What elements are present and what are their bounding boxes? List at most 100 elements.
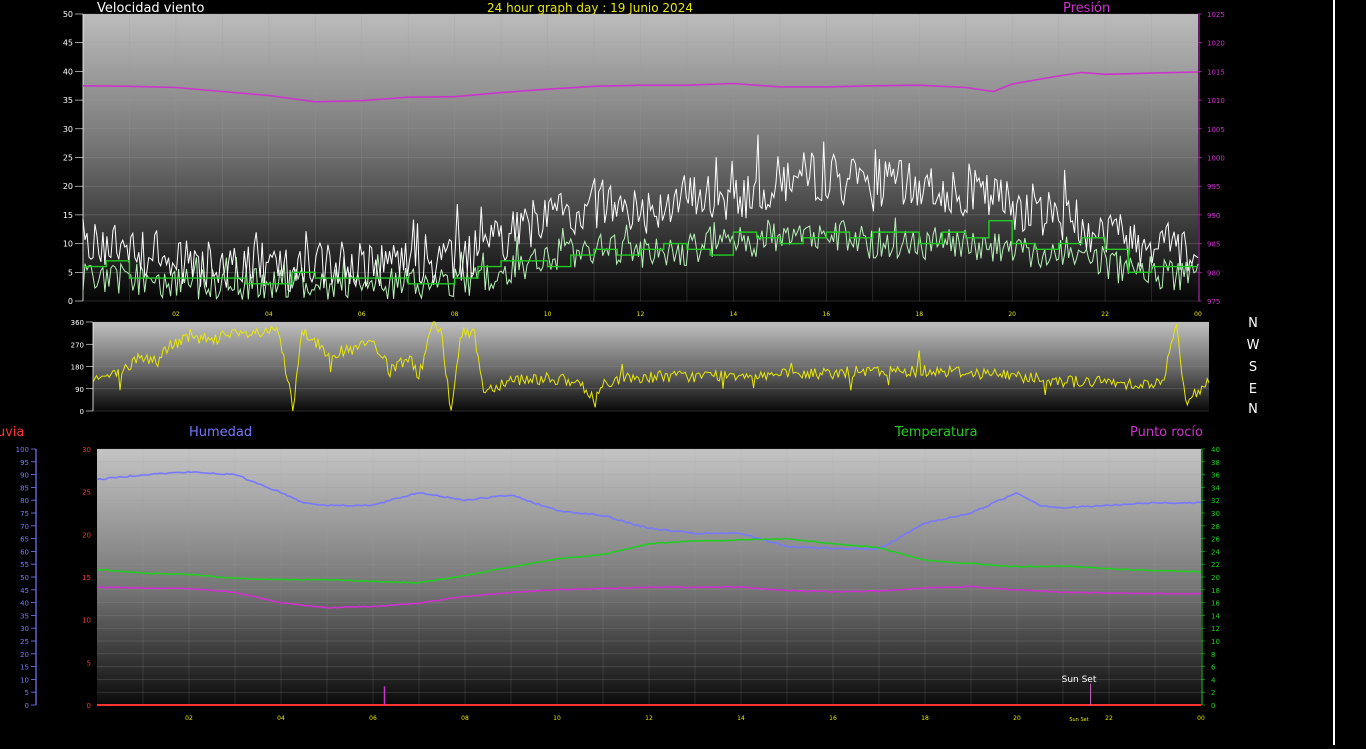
humidity-y-tick-label: 95 [20,459,29,467]
wind-title: Velocidad viento [97,1,204,16]
temperature-y-tick-label: 22 [1211,561,1220,569]
pressure-y-tick-label: 985 [1207,241,1220,249]
wind-x-tick-label: 00 [1194,311,1202,318]
temperature-y-tick-label: 12 [1211,625,1220,633]
rain-y-tick-label: 15 [82,574,91,582]
rain-label: Lluvia [0,425,24,440]
pressure-y-tick-label: 980 [1207,269,1220,277]
temperature-y-tick-label: 28 [1211,523,1220,531]
direction-y-tick-label: 90 [75,386,84,394]
wind-x-tick-label: 16 [823,311,831,318]
temperature-y-tick-label: 34 [1211,484,1220,492]
wind-x-tick-label: 08 [451,311,459,318]
sunset-label: Sun Set [1062,675,1097,685]
rain-y-tick-label: 5 [87,659,91,667]
wind-y-tick-label: 5 [68,268,73,277]
wind-y-tick-label: 35 [63,96,73,105]
humidity-y-tick-label: 65 [20,536,29,544]
wind-x-tick-label: 02 [172,311,180,318]
humidity-label: Humedad [189,425,252,440]
wind-y-tick-label: 40 [63,67,73,76]
temperature-y-tick-label: 32 [1211,497,1220,505]
humidity-x-tick-label: 00 [1197,715,1205,722]
humidity-y-tick-label: 50 [20,574,29,582]
pressure-y-tick-label: 1015 [1207,68,1225,76]
rain-y-tick-label: 30 [82,446,91,454]
wind-x-tick-label: 04 [265,311,273,318]
pressure-y-tick-label: 1000 [1207,155,1225,163]
humidity-y-tick-label: 15 [20,664,29,672]
humidity-y-tick-label: 0 [25,702,29,710]
humidity-x-tick-label: 14 [737,715,745,722]
humidity-x-tick-label: 10 [553,715,561,722]
humidity-x-tick-label: 08 [461,715,469,722]
direction-y-tick-label: 270 [71,341,84,349]
humidity-y-tick-label: 20 [20,651,29,659]
wind-y-tick-label: 20 [63,182,73,191]
humidity-y-tick-label: 35 [20,612,29,620]
graph-title: 24 hour graph day : 19 Junio 2024 [487,1,693,15]
wind-x-tick-label: 20 [1008,311,1016,318]
humidity-y-tick-label: 80 [20,497,29,505]
humidity-y-tick-label: 60 [20,548,29,556]
compass-s: S [1249,360,1257,375]
compass-n-top: N [1248,316,1258,331]
humidity-y-tick-label: 90 [20,472,29,480]
temperature-y-tick-label: 40 [1211,446,1220,454]
pressure-y-tick-label: 975 [1207,298,1220,306]
humidity-x-tick-label: 12 [645,715,653,722]
wind-x-tick-label: 06 [358,311,366,318]
wind-y-tick-label: 25 [63,154,73,163]
rain-y-tick-label: 25 [82,489,91,497]
humidity-y-tick-label: 85 [20,484,29,492]
wind-y-tick-label: 30 [63,125,73,134]
pressure-y-tick-label: 990 [1207,212,1220,220]
weather-graph: 0 5 10 15 20 25 30 35 40 45 50 975 980 985 990 995 1000 1… [0,0,1366,745]
direction-y-tick-label: 0 [80,408,84,416]
temperature-y-tick-label: 4 [1211,676,1216,684]
direction-y-tick-label: 180 [71,364,84,372]
pressure-y-tick-label: 1020 [1207,40,1225,48]
pressure-y-tick-label: 1005 [1207,126,1225,134]
wind-y-tick-label: 50 [63,10,73,19]
compass-e: E [1249,382,1257,397]
temperature-y-tick-label: 20 [1211,574,1220,582]
temperature-y-tick-label: 36 [1211,472,1220,480]
wind-y-tick-label: 0 [68,297,73,306]
temperature-y-tick-label: 24 [1211,548,1220,556]
humidity-y-tick-label: 100 [16,446,29,454]
humidity-y-tick-label: 55 [20,561,29,569]
temperature-y-tick-label: 16 [1211,600,1220,608]
sunset-axis-label: Sun Set [1069,717,1088,723]
humidity-y-tick-label: 40 [20,600,29,608]
humidity-y-tick-label: 25 [20,638,29,646]
wind-y-tick-label: 45 [63,39,73,48]
humidity-y-tick-label: 70 [20,523,29,531]
wind-x-tick-label: 22 [1101,311,1109,318]
rain-y-tick-label: 10 [82,617,91,625]
direction-y-tick-label: 360 [71,319,84,327]
rain-y-tick-label: 0 [87,702,91,710]
wind-y-tick-label: 10 [63,240,73,249]
humidity-y-tick-label: 45 [20,587,29,595]
temperature-y-tick-label: 18 [1211,587,1220,595]
dew-point-label: Punto rocío [1130,425,1203,440]
humidity-y-tick-label: 30 [20,625,29,633]
temperature-label: Temperatura [894,425,978,440]
humidity-x-tick-label: 06 [369,715,377,722]
temperature-y-tick-label: 14 [1211,612,1220,620]
pressure-title: Presión [1063,1,1110,16]
pressure-y-tick-label: 1010 [1207,97,1225,105]
rain-y-tick-label: 20 [82,531,91,539]
humidity-x-tick-label: 20 [1013,715,1021,722]
right-border [1333,0,1335,745]
humidity-x-tick-label: 18 [921,715,929,722]
graph-canvas: 0510152025303540455097598098599099510001… [0,0,1335,745]
pressure-y-tick-label: 1025 [1207,11,1225,19]
humidity-y-tick-label: 10 [20,676,29,684]
humidity-y-tick-label: 75 [20,510,29,518]
temperature-y-tick-label: 10 [1211,638,1220,646]
humidity-y-tick-label: 5 [25,689,29,697]
pressure-y-tick-label: 995 [1207,183,1220,191]
wind-x-tick-label: 14 [730,311,738,318]
